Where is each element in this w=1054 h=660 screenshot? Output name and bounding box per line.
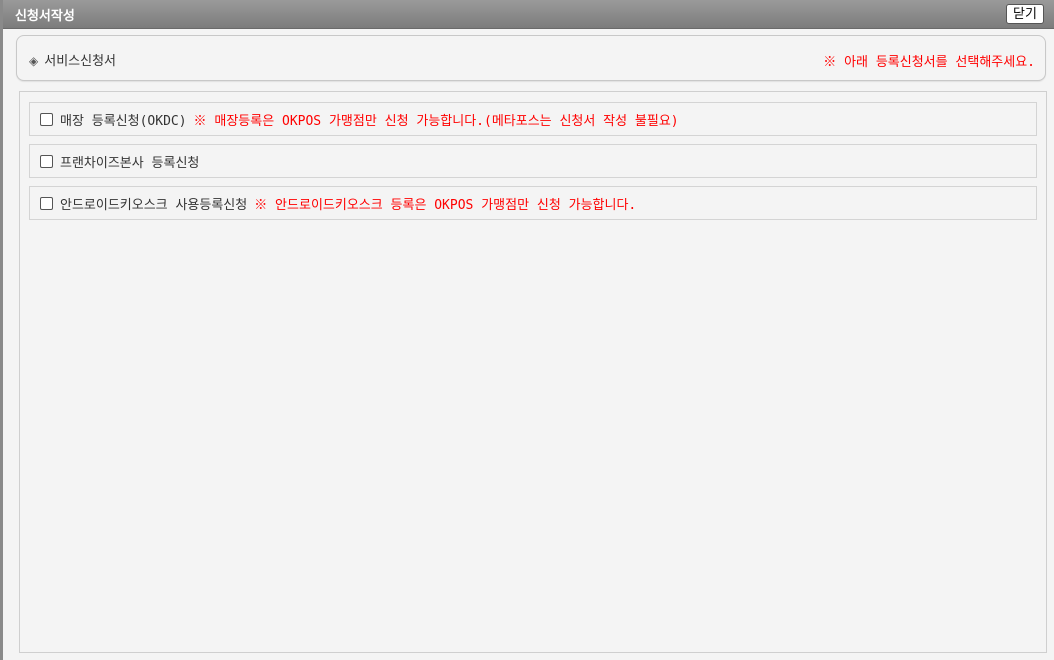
options-panel: 매장 등록신청(OKDC) ※ 매장등록은 OKPOS 가맹점만 신청 가능합니… — [19, 91, 1047, 653]
diamond-icon: ◈ — [29, 54, 39, 68]
title-bar: 신청서작성 닫기 — [3, 0, 1054, 29]
section-header: ◈ 서비스신청서 ※ 아래 등록신청서를 선택해주세요. — [16, 35, 1046, 81]
window-title: 신청서작성 — [15, 9, 75, 24]
option-row-franchise-hq-registration[interactable]: 프랜차이즈본사 등록신청 — [29, 144, 1037, 178]
instruction-text: ※ 아래 등록신청서를 선택해주세요. — [823, 55, 1035, 70]
close-button[interactable]: 닫기 — [1006, 4, 1044, 24]
franchise-hq-registration-checkbox[interactable] — [40, 154, 53, 168]
option-row-store-registration[interactable]: 매장 등록신청(OKDC) ※ 매장등록은 OKPOS 가맹점만 신청 가능합니… — [29, 102, 1037, 136]
franchise-hq-registration-label[interactable]: 프랜차이즈본사 등록신청 — [60, 152, 199, 171]
store-registration-label[interactable]: 매장 등록신청(OKDC) — [60, 110, 187, 129]
option-row-android-kiosk-registration[interactable]: 안드로이드키오스크 사용등록신청 ※ 안드로이드키오스크 등록은 OKPOS 가… — [29, 186, 1037, 220]
android-kiosk-registration-checkbox[interactable] — [40, 196, 53, 210]
android-kiosk-registration-label[interactable]: 안드로이드키오스크 사용등록신청 — [60, 194, 247, 213]
store-registration-note: ※ 매장등록은 OKPOS 가맹점만 신청 가능합니다.(메타포스는 신청서 작… — [193, 113, 679, 129]
store-registration-checkbox[interactable] — [40, 112, 53, 126]
android-kiosk-registration-note: ※ 안드로이드키오스크 등록은 OKPOS 가맹점만 신청 가능합니다. — [254, 197, 637, 213]
application-form-window: 신청서작성 닫기 ◈ 서비스신청서 ※ 아래 등록신청서를 선택해주세요. 매장 … — [0, 0, 1054, 660]
section-title: 서비스신청서 — [44, 54, 116, 69]
section-title-group: ◈ 서비스신청서 — [29, 50, 116, 69]
